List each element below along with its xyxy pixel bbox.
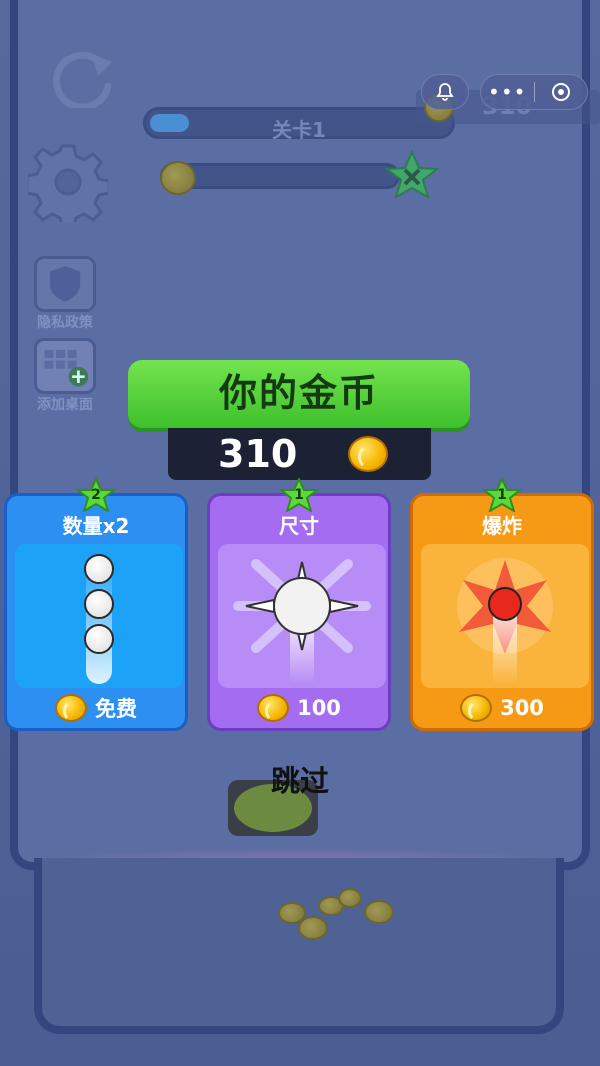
gold-coin-icon xyxy=(348,436,388,472)
upgrade-card-size[interactable]: 1 尺寸 100 xyxy=(207,478,391,731)
bucket-coin xyxy=(364,900,394,924)
card-name: 数量x2 xyxy=(62,514,130,538)
coin-bucket xyxy=(34,858,564,1034)
notification-button[interactable] xyxy=(421,74,469,110)
upgrade-card-count-x2[interactable]: 2 数量x2 免费 xyxy=(4,478,188,731)
card-price-label: 300 xyxy=(500,696,544,720)
card-level: 1 xyxy=(294,487,304,503)
card-price: 300 xyxy=(413,694,591,722)
bell-icon xyxy=(436,83,454,101)
card-price: 100 xyxy=(210,694,388,722)
privacy-policy-button[interactable]: 隐私政策 xyxy=(30,256,100,332)
target-icon xyxy=(551,83,570,101)
ball xyxy=(84,554,114,584)
coin-target-bar xyxy=(160,163,400,189)
card-price: 免费 xyxy=(7,694,185,722)
your-coins-banner: 你的金币 xyxy=(128,360,470,428)
bucket-coin xyxy=(338,888,362,908)
three-balls-icon xyxy=(15,544,183,688)
spiky-ball-graphic xyxy=(233,559,371,684)
add-desktop-icon xyxy=(34,338,96,394)
gold-coin-icon xyxy=(460,694,493,722)
explosion-ball-icon xyxy=(421,544,589,688)
gold-coin-icon xyxy=(257,694,290,722)
card-price-label: 100 xyxy=(297,696,341,720)
coin-bar-coin-icon xyxy=(160,161,196,195)
level-progress-bar: 关卡1 xyxy=(143,107,455,142)
privacy-policy-label: 隐私政策 xyxy=(37,315,93,331)
ball xyxy=(84,589,114,619)
coin-balance-panel: 310 xyxy=(168,428,431,480)
card-price-label: 免费 xyxy=(95,697,137,721)
level-star-badge: 2 xyxy=(74,478,118,512)
coin-balance-amount: 310 xyxy=(218,432,298,476)
bucket-coin xyxy=(298,916,328,940)
level-star-badge: 1 xyxy=(480,478,524,512)
mini-program-capsule: ••• xyxy=(480,74,588,110)
card-level: 2 xyxy=(91,487,101,503)
level-star-badge: 1 xyxy=(277,478,321,512)
level-label: 关卡1 xyxy=(272,118,326,142)
shield-icon xyxy=(34,256,96,312)
add-desktop-label: 添加桌面 xyxy=(37,397,93,413)
explosion-ball-graphic xyxy=(457,558,553,684)
more-menu-button[interactable]: ••• xyxy=(481,82,534,102)
add-desktop-button[interactable]: 添加桌面 xyxy=(30,338,100,414)
card-name: 尺寸 xyxy=(279,514,319,538)
spiky-ball-icon xyxy=(218,544,386,688)
card-name: 爆炸 xyxy=(482,514,522,538)
card-level: 1 xyxy=(497,487,507,503)
reward-star-icon xyxy=(384,150,440,200)
close-mini-program-button[interactable] xyxy=(534,81,587,103)
gold-coin-icon xyxy=(55,694,87,722)
ball xyxy=(84,624,114,654)
skip-button[interactable]: 跳过 xyxy=(250,758,350,800)
your-coins-title: 你的金币 xyxy=(218,371,379,415)
more-dots-icon: ••• xyxy=(488,80,527,104)
restart-icon[interactable] xyxy=(38,48,128,108)
gear-icon[interactable] xyxy=(28,142,108,222)
upgrade-card-explosion[interactable]: 1 爆炸 300 xyxy=(410,478,594,731)
